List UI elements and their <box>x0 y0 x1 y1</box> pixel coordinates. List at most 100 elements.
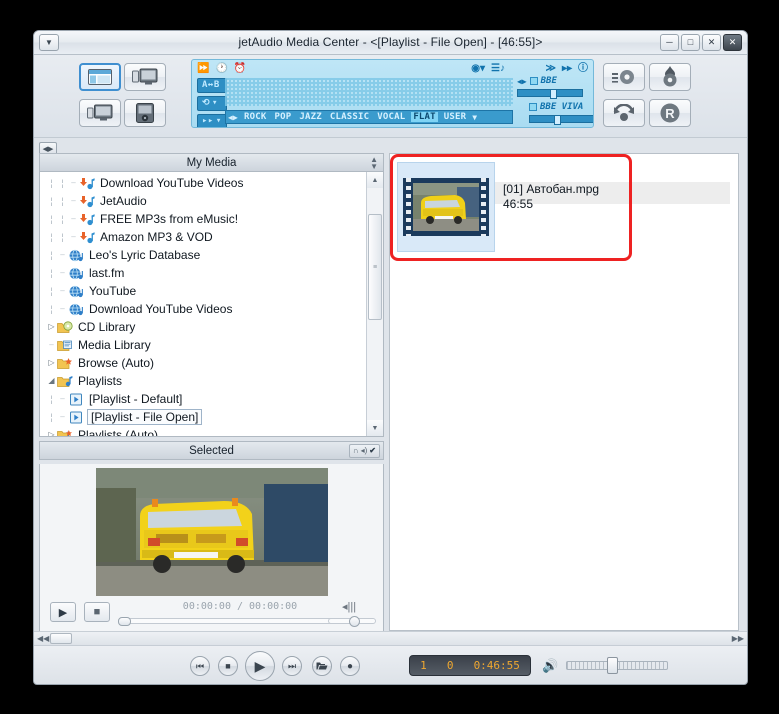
library-view-button[interactable] <box>79 63 121 91</box>
tree-item-label: YouTube <box>89 284 137 298</box>
tree-expander-icon[interactable]: ▷ <box>46 323 57 331</box>
playlist-item-info[interactable]: [01] Автобан.mpg 46:55 <box>503 182 599 212</box>
eq-preset-jazz[interactable]: JAZZ <box>297 112 323 122</box>
eq-preset-rock[interactable]: ROCK <box>242 112 268 122</box>
minimize-icon: ─ <box>666 37 673 47</box>
tree-item[interactable]: ¦ – last.fm <box>40 264 366 282</box>
tree-expander-icon[interactable]: ◢ <box>46 377 57 385</box>
main-hscroll-thumb[interactable] <box>50 633 73 644</box>
next-button[interactable]: ⏭ <box>282 656 302 676</box>
eq-top-icons-mid: ◉▾ ☰♪ <box>471 64 505 74</box>
tree-item-label: [Playlist - Default] <box>89 392 183 406</box>
repeat-mode-button[interactable]: ⟲ ▾ <box>197 96 227 111</box>
playlist-note-icon[interactable]: ☰♪ <box>491 64 505 74</box>
tree-scroll-thumb[interactable]: ≡ <box>368 214 382 320</box>
media-center-button[interactable] <box>124 63 166 91</box>
bbe-viva-checkbox[interactable] <box>529 103 537 111</box>
tree-item[interactable]: ¦ ¦ – JetAudio <box>40 192 366 210</box>
scroll-up-button[interactable]: ▲ <box>367 172 383 188</box>
tree-item[interactable]: – Media Library <box>40 336 366 354</box>
preview-seek-knob[interactable] <box>118 617 131 626</box>
playback-order-button[interactable]: ▸▸ ▾ <box>197 114 227 127</box>
alarm-icon[interactable]: ⏰ <box>234 64 246 74</box>
eq-preset-vocal[interactable]: VOCAL <box>375 112 407 122</box>
bbe-slider-knob[interactable] <box>550 89 557 99</box>
burn-button[interactable] <box>649 63 691 91</box>
preview-volume-knob[interactable] <box>349 616 360 627</box>
play-button[interactable]: ▶ <box>245 651 275 681</box>
play-icon: ▶ <box>254 657 266 674</box>
tree-vertical-scrollbar[interactable]: ▲ ≡ ▼ <box>366 172 383 436</box>
tree-item[interactable]: ¦ ¦ – Amazon MP3 & VOD <box>40 228 366 246</box>
tree-item[interactable]: ¦ ¦ – FREE MP3s from eMusic! <box>40 210 366 228</box>
preview-volume-track[interactable] <box>328 616 376 627</box>
shuffle-icon[interactable]: ◉▾ <box>471 64 485 74</box>
bbe-slider[interactable] <box>517 89 583 99</box>
panel-spinner-button[interactable]: ▲ ▼ <box>370 156 378 171</box>
eq-preset-user[interactable]: USER <box>442 112 468 122</box>
device-button[interactable] <box>124 99 166 127</box>
bbe-checkbox[interactable] <box>529 77 538 85</box>
open-file-button[interactable] <box>312 656 332 676</box>
preview-seek-track[interactable] <box>118 617 358 626</box>
tree-item[interactable]: ¦ ¦ – Download YouTube Videos <box>40 174 366 192</box>
car-thumbnail-icon <box>413 183 479 231</box>
previous-button[interactable]: ⏮ <box>190 656 210 676</box>
bbe-viva-control: BBE VIVA <box>529 102 593 125</box>
stop-button[interactable]: ■ <box>218 656 238 676</box>
bbe-viva-slider-knob[interactable] <box>554 115 561 125</box>
window-controls: ─ □ ✕ ✕ <box>660 34 742 51</box>
scroll-down-button[interactable]: ▼ <box>367 420 383 436</box>
tree-item[interactable]: ▷ Browse (Auto) <box>40 354 366 372</box>
tree-item[interactable]: ▷ Playlists (Auto) <box>40 426 366 437</box>
preview-play-button[interactable]: ▶ <box>50 602 76 622</box>
exit-button[interactable]: ✕ <box>723 34 742 51</box>
mini-player-button[interactable] <box>79 99 121 127</box>
record-button[interactable]: ● <box>340 656 360 676</box>
fast-forward-icon[interactable]: ⏩ <box>197 64 209 74</box>
tree-item-label: Download YouTube Videos <box>100 176 244 190</box>
tree-item[interactable]: ◢ Playlists <box>40 372 366 390</box>
info-icon[interactable]: ⓘ <box>578 64 588 74</box>
record-dot-icon: ● <box>346 660 354 672</box>
selected-panel-controls[interactable]: ∩ ◂) ✔ <box>348 444 380 458</box>
record-button-top[interactable]: R <box>649 99 691 127</box>
tree-item[interactable]: ¦ – Download YouTube Videos <box>40 300 366 318</box>
tree-item[interactable]: ¦ – Leo's Lyric Database <box>40 246 366 264</box>
eq-preset-pop[interactable]: POP <box>273 112 294 122</box>
tree-expander-icon[interactable]: ▷ <box>46 431 57 437</box>
ab-repeat-button[interactable]: A↔B <box>197 78 227 93</box>
crossfade-icon[interactable]: ≫ <box>545 64 555 74</box>
main-horizontal-scrollbar[interactable]: ◀◀ ▶▶ <box>34 631 747 645</box>
preset-nav-arrows[interactable]: ◀▶ <box>228 113 238 122</box>
close-button[interactable]: ✕ <box>702 34 721 51</box>
bbe-viva-slider[interactable] <box>529 115 593 125</box>
convert-button[interactable] <box>603 99 645 127</box>
preview-stop-button[interactable]: ■ <box>84 602 110 622</box>
eq-preset-classic[interactable]: CLASSIC <box>328 112 371 122</box>
scroll-left-arrows-icon[interactable]: ◀◀ <box>37 634 49 643</box>
tree-item[interactable]: ¦ – [Playlist - Default] <box>40 390 366 408</box>
next-track-icon[interactable]: ▸▸ <box>562 64 572 74</box>
preview-volume-icon[interactable]: ◂||| <box>342 600 356 613</box>
tree-indent-guide: ¦ <box>50 213 53 224</box>
bbe-nav-arrows[interactable]: ◀▶ <box>517 77 527 86</box>
volume-speaker-icon[interactable]: 🔊 <box>542 658 558 674</box>
tree-item[interactable]: ¦ – YouTube <box>40 282 366 300</box>
cd-rip-button[interactable] <box>603 63 645 91</box>
master-volume-knob[interactable] <box>607 657 618 674</box>
maximize-button[interactable]: □ <box>681 34 700 51</box>
clock-icon[interactable]: 🕐 <box>215 64 227 74</box>
minimize-button[interactable]: ─ <box>660 34 679 51</box>
chevron-down-icon[interactable]: ▼ <box>472 113 477 122</box>
eq-top-icons-left: ⏩ 🕐 ⏰ <box>197 64 246 74</box>
my-media-header: My Media ▲ ▼ <box>39 153 384 172</box>
tree-expander-icon[interactable]: ▷ <box>46 359 57 367</box>
preview-video-thumbnail[interactable] <box>96 468 328 596</box>
playlist-item-thumbnail[interactable] <box>397 162 495 252</box>
scroll-right-arrows-icon[interactable]: ▶▶ <box>732 634 744 643</box>
eq-preset-flat[interactable]: FLAT <box>411 112 438 122</box>
library-layout-icon <box>88 69 112 85</box>
tree-item[interactable]: ¦ – [Playlist - File Open] <box>40 408 366 426</box>
tree-item[interactable]: ▷ CD Library <box>40 318 366 336</box>
